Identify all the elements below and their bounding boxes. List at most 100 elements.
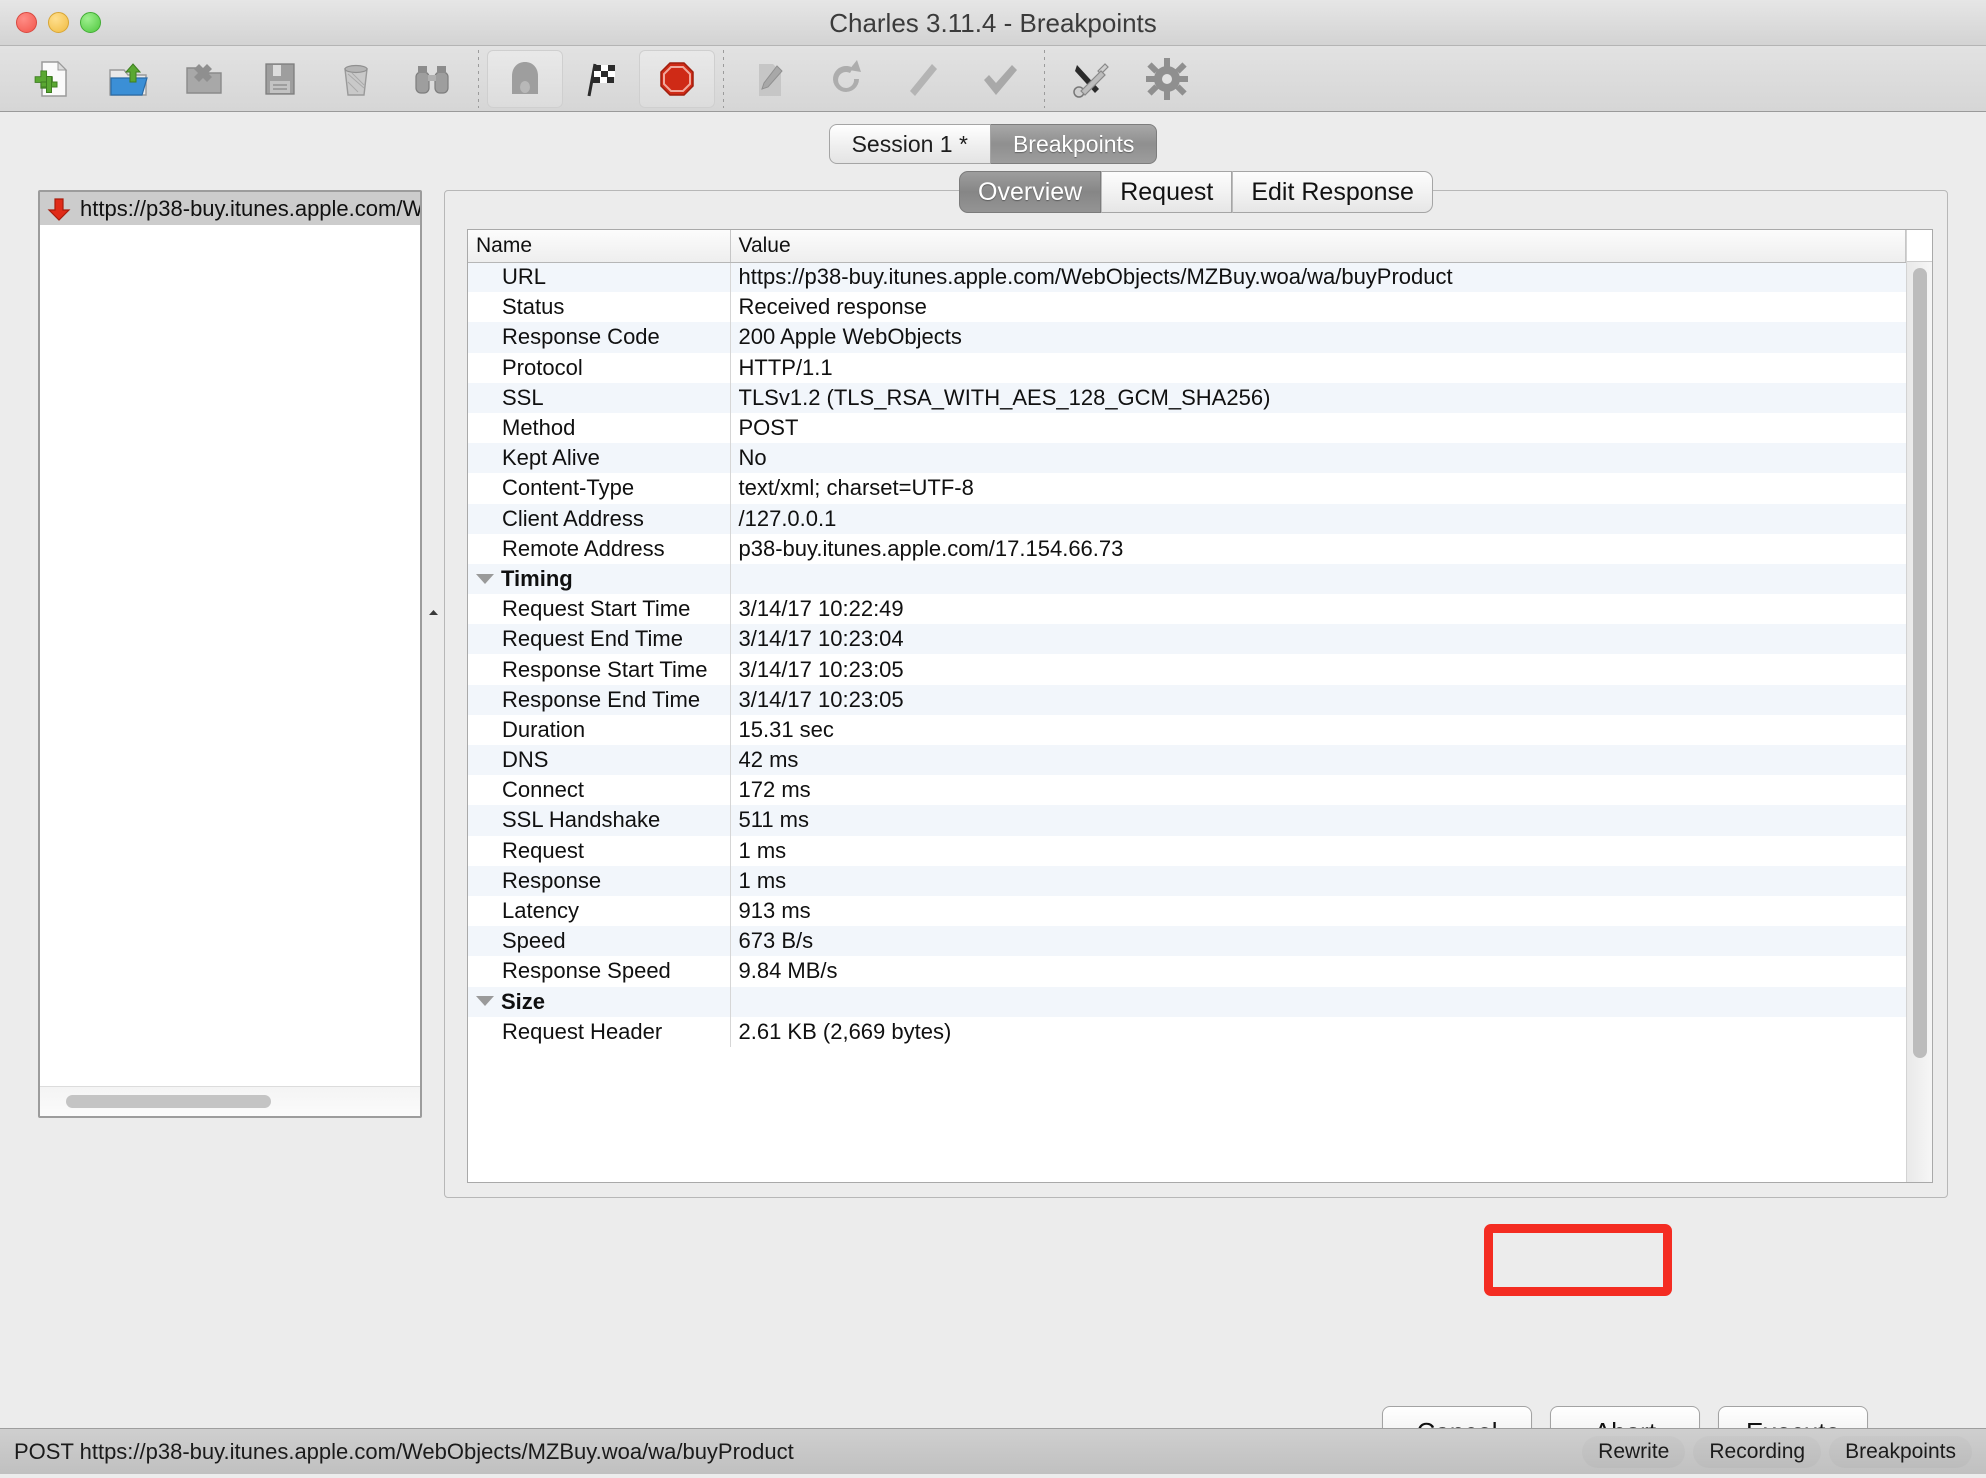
tab-breakpoints[interactable]: Breakpoints	[991, 124, 1157, 164]
execute-highlight-annotation	[1484, 1224, 1672, 1296]
table-row[interactable]: Client Address/127.0.0.1	[468, 504, 1906, 534]
table-cell-name: Speed	[468, 926, 730, 956]
table-row[interactable]: DNS42 ms	[468, 745, 1906, 775]
tab-request[interactable]: Request	[1101, 171, 1232, 213]
table-row[interactable]: Response Start Time3/14/17 10:23:05	[468, 654, 1906, 684]
record-icon[interactable]	[487, 50, 563, 108]
tab-session-1[interactable]: Session 1 *	[829, 124, 991, 164]
list-item[interactable]: https://p38-buy.itunes.apple.com/WebObj	[40, 192, 420, 225]
table-row[interactable]: Duration15.31 sec	[468, 715, 1906, 745]
table-cell-name: Content-Type	[468, 473, 730, 503]
table-cell-name: Connect	[468, 775, 730, 805]
settings-tools-icon[interactable]	[1053, 50, 1129, 108]
detail-tabs: Overview Request Edit Response	[445, 171, 1947, 213]
table-row[interactable]: ProtocolHTTP/1.1	[468, 353, 1906, 383]
table-row[interactable]: Size	[468, 987, 1906, 1017]
column-header-name[interactable]: Name	[468, 230, 730, 262]
table-cell-name: Response	[468, 866, 730, 896]
breakpoints-tree[interactable]: https://p38-buy.itunes.apple.com/WebObj	[40, 192, 420, 1086]
table-row[interactable]: SSLTLSv1.2 (TLS_RSA_WITH_AES_128_GCM_SHA…	[468, 383, 1906, 413]
status-button-rewrite[interactable]: Rewrite	[1582, 1436, 1685, 1468]
find-icon[interactable]	[394, 50, 470, 108]
table-row[interactable]: Request Start Time3/14/17 10:22:49	[468, 594, 1906, 624]
table-cell-name: SSL Handshake	[468, 805, 730, 835]
new-session-icon[interactable]	[14, 50, 90, 108]
session-tabs: Session 1 * Breakpoints	[0, 112, 1986, 164]
window-titlebar: Charles 3.11.4 - Breakpoints	[0, 0, 1986, 46]
table-row[interactable]: Speed673 B/s	[468, 926, 1906, 956]
status-button-breakpoints[interactable]: Breakpoints	[1829, 1436, 1972, 1468]
table-row[interactable]: Content-Typetext/xml; charset=UTF-8	[468, 473, 1906, 503]
table-group-label: Timing	[501, 566, 573, 591]
table-cell-name: Remote Address	[468, 534, 730, 564]
table-cell-value: 15.31 sec	[730, 715, 1906, 745]
save-session-icon[interactable]	[242, 50, 318, 108]
table-row[interactable]: Remote Addressp38-buy.itunes.apple.com/1…	[468, 534, 1906, 564]
table-cell-name: Client Address	[468, 504, 730, 534]
open-session-icon[interactable]	[90, 50, 166, 108]
column-header-value[interactable]: Value	[730, 230, 1906, 262]
table-cell-value: 3/14/17 10:23:05	[730, 685, 1906, 715]
vertical-scrollbar-thumb[interactable]	[1913, 268, 1927, 1058]
table-cell-value: 172 ms	[730, 775, 1906, 805]
table-row[interactable]: Timing	[468, 564, 1906, 594]
table-cell-value: 1 ms	[730, 866, 1906, 896]
table-row[interactable]: Response1 ms	[468, 866, 1906, 896]
status-bar: POST https://p38-buy.itunes.apple.com/We…	[0, 1428, 1986, 1474]
breakpoints-icon[interactable]	[639, 50, 715, 108]
table-group-name: Timing	[468, 564, 730, 594]
table-row[interactable]: Request1 ms	[468, 836, 1906, 866]
pane-divider[interactable]	[422, 190, 444, 1118]
table-row[interactable]: Connect172 ms	[468, 775, 1906, 805]
validate-icon[interactable]	[960, 50, 1036, 108]
tab-overview[interactable]: Overview	[959, 171, 1101, 213]
vertical-scrollbar[interactable]	[1906, 230, 1932, 1182]
gear-icon[interactable]	[1129, 50, 1205, 108]
table-group-label: Size	[501, 989, 545, 1014]
horizontal-scrollbar-thumb[interactable]	[66, 1095, 271, 1108]
table-cell-name: Response End Time	[468, 685, 730, 715]
red-down-arrow-icon	[46, 196, 72, 222]
table-row[interactable]: SSL Handshake511 ms	[468, 805, 1906, 835]
table-row[interactable]: Response End Time3/14/17 10:23:05	[468, 685, 1906, 715]
table-cell-value: 200 Apple WebObjects	[730, 322, 1906, 352]
clear-session-icon[interactable]	[318, 50, 394, 108]
table-cell-name: Response Start Time	[468, 654, 730, 684]
table-cell-name: Request Start Time	[468, 594, 730, 624]
detail-box: Overview Request Edit Response Name Valu…	[444, 190, 1948, 1198]
status-text: POST https://p38-buy.itunes.apple.com/We…	[14, 1439, 794, 1465]
table-cell-value: Received response	[730, 292, 1906, 322]
disclosure-triangle-icon[interactable]	[476, 996, 494, 1006]
toolbar-separator	[1044, 50, 1045, 108]
close-session-icon[interactable]	[166, 50, 242, 108]
table-cell-value: https://p38-buy.itunes.apple.com/WebObje…	[730, 262, 1906, 292]
table-row[interactable]: Request End Time3/14/17 10:23:04	[468, 624, 1906, 654]
table-cell-value: 3/14/17 10:23:04	[730, 624, 1906, 654]
disclosure-triangle-icon[interactable]	[476, 574, 494, 584]
table-row[interactable]: StatusReceived response	[468, 292, 1906, 322]
repeat-icon[interactable]	[808, 50, 884, 108]
table-row[interactable]: URLhttps://p38-buy.itunes.apple.com/WebO…	[468, 262, 1906, 292]
breakpoints-list-panel: https://p38-buy.itunes.apple.com/WebObj	[38, 190, 422, 1118]
table-cell-value: 1 ms	[730, 836, 1906, 866]
table-row[interactable]: MethodPOST	[468, 413, 1906, 443]
table-row[interactable]: Response Code200 Apple WebObjects	[468, 322, 1906, 352]
status-button-recording[interactable]: Recording	[1693, 1436, 1821, 1468]
table-row[interactable]: Response Speed9.84 MB/s	[468, 956, 1906, 986]
table-cell-value: /127.0.0.1	[730, 504, 1906, 534]
throttle-icon[interactable]	[563, 50, 639, 108]
table-cell-value: 3/14/17 10:22:49	[730, 594, 1906, 624]
table-cell-name: DNS	[468, 745, 730, 775]
table-row[interactable]: Latency913 ms	[468, 896, 1906, 926]
table-row[interactable]: Request Header2.61 KB (2,669 bytes)	[468, 1017, 1906, 1047]
table-row[interactable]: Kept AliveNo	[468, 443, 1906, 473]
table-cell-value	[730, 987, 1906, 1017]
compose-icon[interactable]	[732, 50, 808, 108]
status-toggles: Rewrite Recording Breakpoints	[1582, 1436, 1972, 1468]
tab-edit-response[interactable]: Edit Response	[1232, 171, 1433, 213]
table-cell-value: 913 ms	[730, 896, 1906, 926]
pane-divider-handle[interactable]	[429, 605, 438, 614]
tools-icon[interactable]	[884, 50, 960, 108]
table-body: URLhttps://p38-buy.itunes.apple.com/WebO…	[468, 262, 1906, 1047]
horizontal-scrollbar[interactable]	[40, 1086, 420, 1116]
